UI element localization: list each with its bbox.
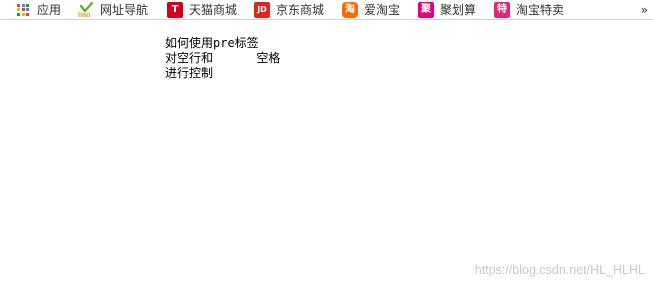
svg-text:hao: hao [78, 12, 90, 18]
pre-line: 对空行和 空格 [165, 51, 281, 65]
hao123-icon: hao [78, 1, 94, 19]
aitaobao-icon: 淘 [342, 1, 358, 18]
bookmark-juhuasuan[interactable]: 聚 聚划算 [418, 0, 476, 19]
bookmarks-overflow-button[interactable]: » [640, 0, 648, 19]
watermark: https://blog.csdn.net/HL_HLHL [474, 263, 645, 277]
juhuasuan-icon: 聚 [418, 1, 434, 18]
bookmark-jd[interactable]: JD 京东商城 [254, 0, 324, 19]
jd-icon: JD [254, 1, 270, 18]
bookmark-label: 天猫商城 [189, 3, 238, 17]
pre-content: 如何使用pre标签 对空行和 空格 进行控制 [165, 36, 280, 81]
bookmark-hao123[interactable]: hao 网址导航 [78, 0, 148, 19]
bookmark-label: 应用 [37, 3, 62, 17]
bookmark-taobao-temai[interactable]: 特 淘宝特卖 [494, 0, 564, 19]
double-chevron-right-icon: » [640, 2, 648, 17]
tmall-icon: T [167, 1, 183, 18]
bookmark-label: 爱淘宝 [364, 3, 401, 17]
bookmark-label: 淘宝特卖 [516, 3, 565, 17]
bookmark-aitaobao[interactable]: 淘 爱淘宝 [342, 0, 400, 19]
bookmark-label: 京东商城 [276, 3, 325, 17]
apps-grid-icon [15, 2, 31, 18]
bookmarks-bar: 应用 hao 网址导航 T 天猫商城 JD 京东商城 淘 爱淘宝 聚 聚划算 特… [0, 0, 653, 20]
bookmark-label: 聚划算 [440, 3, 477, 17]
taobao-temai-icon: 特 [494, 1, 510, 18]
pre-line: 进行控制 [165, 66, 214, 80]
bookmark-tmall[interactable]: T 天猫商城 [167, 0, 237, 19]
bookmark-label: 网址导航 [100, 3, 149, 17]
pre-line: 如何使用pre标签 [165, 36, 259, 50]
bookmark-apps[interactable]: 应用 [15, 0, 61, 19]
